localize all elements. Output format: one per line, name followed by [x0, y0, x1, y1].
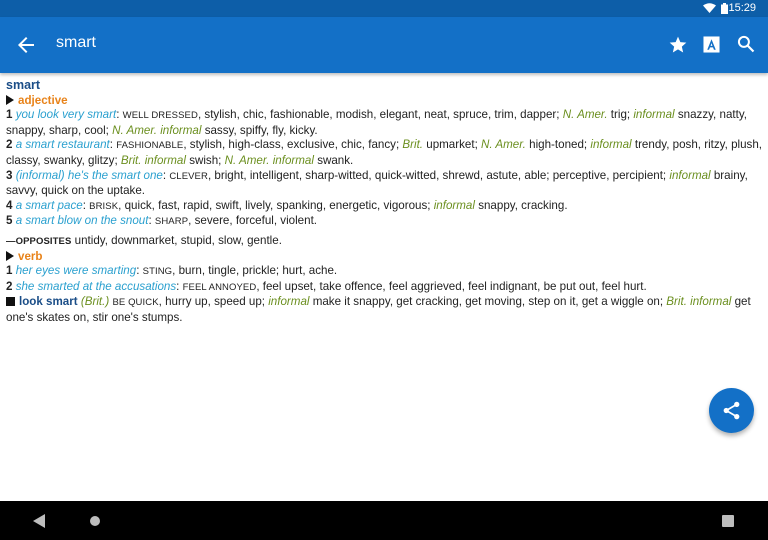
- battery-icon: [721, 3, 728, 14]
- nav-back-icon[interactable]: [33, 514, 45, 528]
- nav-recents-icon[interactable]: [722, 515, 734, 527]
- app-bar: smart: [0, 17, 768, 73]
- opposites: —OPPOSITES untidy, downmarket, stupid, s…: [6, 233, 282, 247]
- sense-verb-1: 1 her eyes were smarting: STING, burn, t…: [6, 264, 338, 278]
- triangle-bullet-icon: [6, 250, 14, 261]
- search-icon[interactable]: [736, 34, 756, 54]
- idiom-look-smart: look smart (Brit.) BE QUICK, hurry up, s…: [6, 295, 751, 324]
- sense-verb-2: 2 she smarted at the accusations: FEEL A…: [6, 279, 647, 293]
- page-title: smart: [56, 34, 96, 51]
- navigation-bar: [0, 501, 768, 540]
- share-icon: [723, 401, 740, 420]
- pos-adjective: adjective: [6, 94, 762, 109]
- nav-home-icon[interactable]: [90, 516, 100, 526]
- square-bullet-icon: [6, 297, 15, 307]
- back-arrow-icon[interactable]: [14, 33, 38, 57]
- status-time: 15:29: [728, 2, 756, 14]
- star-icon[interactable]: [668, 35, 688, 55]
- dictionary-entry: smart adjective 1 you look very smart: W…: [6, 78, 762, 326]
- sense-adj-5: 5 a smart blow on the snout: SHARP, seve…: [6, 214, 318, 228]
- headword: smart: [6, 78, 41, 92]
- font-size-icon[interactable]: [703, 36, 720, 53]
- share-button[interactable]: [709, 388, 754, 433]
- wifi-icon: [703, 3, 716, 13]
- pos-verb: verb: [6, 250, 762, 265]
- sense-adj-1: 1 you look very smart: WELL DRESSED, sty…: [6, 108, 747, 137]
- triangle-bullet-icon: [6, 94, 14, 105]
- sense-adj-4: 4 a smart pace: BRISK, quick, fast, rapi…: [6, 198, 568, 212]
- sense-adj-2: 2 a smart restaurant: FASHIONABLE, styli…: [6, 138, 763, 167]
- sense-adj-3: 3 (informal) he's the smart one: CLEVER,…: [6, 168, 748, 198]
- status-bar: 15:29: [0, 0, 768, 17]
